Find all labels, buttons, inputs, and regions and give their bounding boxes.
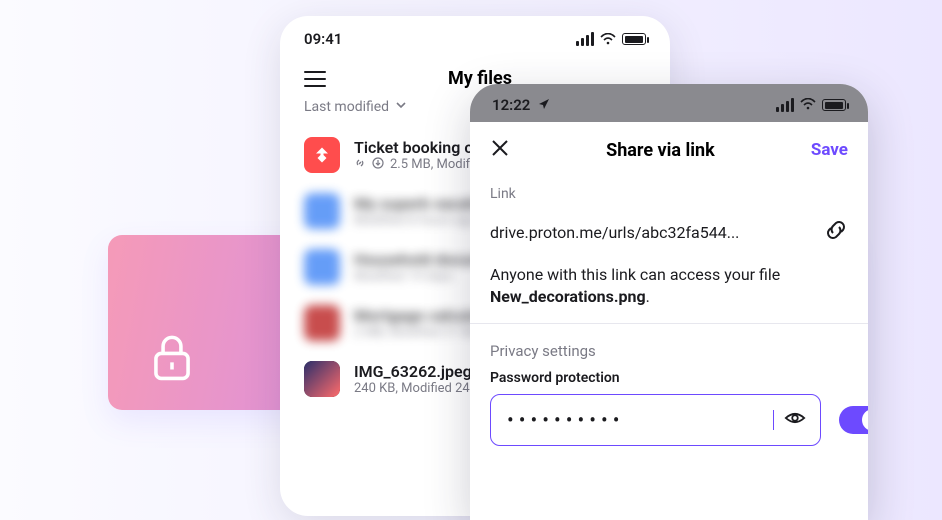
file-name: IMG_63262.jpeg <box>354 362 487 381</box>
status-bar: 09:41 <box>280 16 670 54</box>
folder-icon <box>304 193 340 229</box>
status-time: 12:22 <box>492 96 530 114</box>
file-meta: 240 KB, Modified 24 Fe <box>354 381 487 396</box>
password-field[interactable] <box>490 394 821 446</box>
text-caret <box>773 410 774 430</box>
pdf-icon <box>304 137 340 173</box>
phone-front: 12:22 Share via link Save Link drive.pro… <box>470 84 868 520</box>
link-description: Anyone with this link can access your fi… <box>490 256 848 323</box>
signal-icon <box>776 98 794 112</box>
sort-label: Last modified <box>304 99 389 115</box>
link-icon[interactable] <box>824 218 848 246</box>
password-input[interactable] <box>505 407 763 433</box>
close-button[interactable] <box>490 138 510 162</box>
shared-filename: New_decorations.png <box>490 287 646 306</box>
sheet-title: Share via link <box>606 140 715 161</box>
battery-icon <box>822 99 846 111</box>
password-label: Password protection <box>490 368 848 394</box>
status-bar: 12:22 <box>470 84 868 122</box>
save-button[interactable]: Save <box>811 140 848 160</box>
file-meta: 2 MB, Modified 21 Ma <box>354 325 480 340</box>
lock-icon <box>150 332 194 382</box>
eye-icon[interactable] <box>784 407 806 433</box>
sheet-header: Share via link Save <box>470 122 868 172</box>
wifi-icon <box>600 33 616 45</box>
doc-icon <box>304 305 340 341</box>
share-link-url[interactable]: drive.proton.me/urls/abc32fa544... <box>490 223 739 242</box>
file-meta: Modified 8 hours ago <box>354 213 476 228</box>
link-icon <box>354 157 366 173</box>
location-icon <box>538 96 550 114</box>
file-meta: Modified 14 days <box>354 269 453 284</box>
link-section-label: Link <box>490 180 848 208</box>
folder-icon <box>304 249 340 285</box>
privacy-heading: Privacy settings <box>490 324 848 368</box>
battery-icon <box>622 33 646 45</box>
chevron-down-icon <box>395 99 407 115</box>
signal-icon <box>576 32 594 46</box>
wifi-icon <box>800 96 816 114</box>
image-thumbnail <box>304 361 340 397</box>
password-toggle[interactable] <box>839 406 868 434</box>
download-icon <box>372 157 384 173</box>
status-time: 09:41 <box>304 30 342 48</box>
